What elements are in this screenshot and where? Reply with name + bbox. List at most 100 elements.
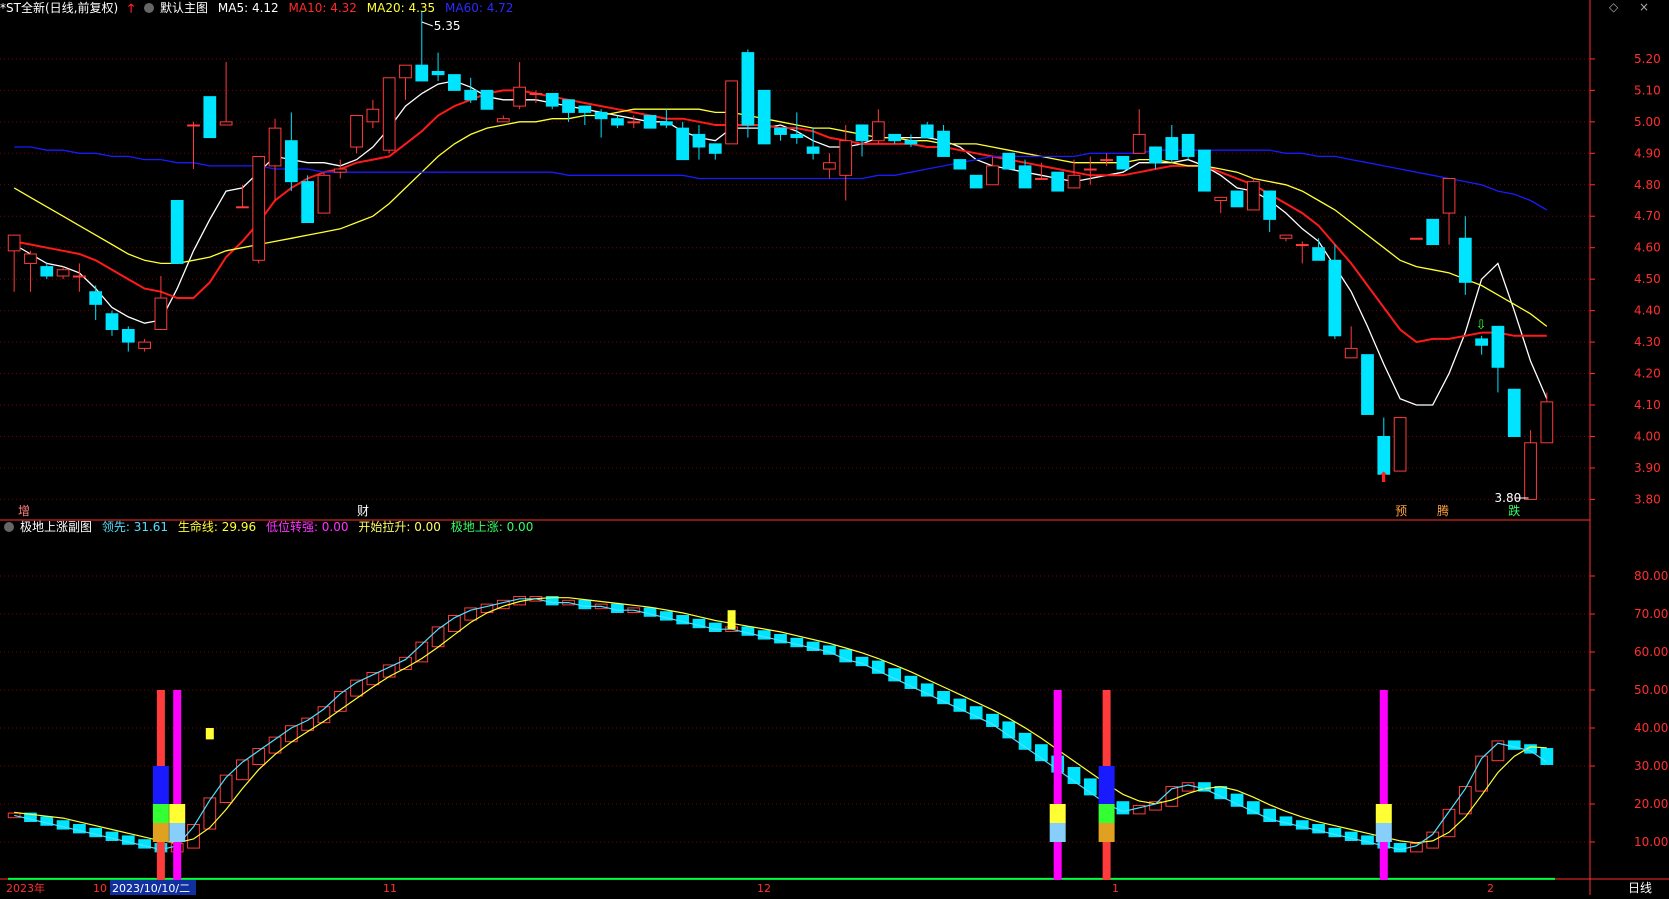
candle [1230, 190, 1244, 208]
candle [464, 77, 478, 103]
symbol-title[interactable]: *ST全新(日线,前复权) [0, 1, 118, 15]
candle-body [937, 130, 950, 157]
time-cursor-date: 2023/10/10/二 [112, 882, 190, 895]
price-tick-label: 4.90 [1634, 146, 1661, 160]
candle [366, 99, 380, 129]
sub-bar [1458, 786, 1472, 815]
candle [268, 118, 282, 201]
candle-body [1328, 259, 1342, 337]
candle-body [1100, 159, 1113, 162]
candle-body [594, 111, 608, 120]
candle [1198, 149, 1211, 192]
price-tick-label: 4.00 [1634, 429, 1661, 443]
close-icon[interactable]: × [1639, 0, 1649, 14]
candle [855, 124, 869, 157]
candle [480, 89, 494, 110]
signal-block-blue [169, 823, 186, 842]
candle-body [1295, 244, 1309, 247]
candle-body [1393, 417, 1407, 472]
candle-body [627, 121, 641, 124]
signal-block-orange [1098, 823, 1115, 842]
candle-body [1132, 133, 1146, 154]
price-tick-label: 4.70 [1634, 209, 1661, 223]
candle-body [1279, 234, 1293, 239]
candle-body [56, 269, 70, 277]
candle [1328, 244, 1342, 339]
candle-body [1051, 171, 1065, 192]
diamond-icon[interactable]: ◇ [1609, 0, 1618, 14]
candle [1540, 392, 1554, 444]
price-tick-label: 4.50 [1634, 272, 1661, 286]
candle-body [1507, 388, 1521, 437]
time-month-10: 10 [93, 882, 107, 895]
candle-body [611, 118, 624, 126]
sub-toggle-icon[interactable] [4, 522, 14, 532]
tag-cai: 财 [357, 504, 369, 518]
candle [1426, 218, 1440, 246]
sub-bar [578, 599, 592, 610]
candle-body [1491, 325, 1505, 368]
candle-body [1230, 190, 1244, 208]
signal-block-green [1098, 804, 1115, 823]
template-toggle-icon[interactable] [144, 3, 155, 13]
candle-body [1426, 218, 1440, 246]
candle [496, 115, 510, 123]
candle [317, 172, 331, 214]
candle-body [73, 275, 86, 278]
candle-body [1475, 338, 1488, 346]
candle-body [1246, 181, 1260, 211]
signal-block-orange [152, 823, 169, 842]
candle-body [659, 121, 673, 126]
candle-body [350, 115, 363, 148]
candle [219, 62, 233, 126]
sub-bar [7, 812, 21, 819]
candle [1132, 109, 1146, 154]
ma20-label: MA20: 4.35 [366, 1, 436, 15]
price-tick-label: 4.10 [1634, 398, 1661, 412]
candle-body [40, 266, 54, 277]
candle-body [284, 140, 298, 183]
sub-tick-label: 10.00 [1634, 835, 1668, 849]
candle-body [170, 199, 184, 264]
candle-body [562, 99, 575, 113]
signal-block-blue [152, 766, 169, 804]
candle [24, 250, 37, 292]
sub-title[interactable]: 极地上涨副图 [20, 520, 92, 534]
template-label[interactable]: 默认主图 [160, 1, 208, 15]
start-marker [727, 610, 736, 630]
window-controls: ◇ × [1599, 0, 1669, 16]
price-tick-label: 5.10 [1634, 83, 1661, 97]
tag-yu: 预 [1395, 504, 1407, 518]
candle [692, 124, 706, 160]
candle [741, 49, 755, 138]
candle [382, 77, 396, 154]
candle [448, 74, 461, 91]
candle-body [1377, 435, 1391, 475]
candle-body [1116, 155, 1130, 170]
candle-body [219, 121, 233, 126]
start-marker [205, 728, 214, 740]
time-year-label: 2023年 [6, 881, 45, 895]
life-label: 生命线: 29.96 [177, 520, 257, 534]
tag-teng: 腾 [1437, 503, 1449, 518]
candle [953, 159, 967, 170]
candle-body [1198, 149, 1211, 192]
candle [594, 109, 608, 138]
sub-bar [823, 645, 836, 655]
candle [121, 326, 135, 352]
candle [676, 121, 690, 161]
price-tick-label: 5.20 [1634, 52, 1661, 66]
candle-body [692, 133, 706, 148]
candle [1100, 153, 1113, 166]
candle [301, 175, 315, 224]
price-tick-label: 5.00 [1634, 115, 1661, 129]
candle [1507, 388, 1521, 437]
candle-body [187, 124, 200, 127]
candle-body [904, 140, 918, 145]
candle-body [986, 165, 999, 186]
candle-body [1263, 190, 1277, 220]
main-chart-header: *ST全新(日线,前复权) 🡑 默认主图 MA5: 4.12 MA10: 4.3… [0, 0, 519, 16]
time-month-12: 12 [757, 882, 771, 895]
chart-canvas[interactable]: 5.20 5.10 5.00 4.90 4.80 4.70 4.60 4.50 4.40 4.30… [0, 0, 1669, 895]
sub-bar [1393, 843, 1407, 853]
